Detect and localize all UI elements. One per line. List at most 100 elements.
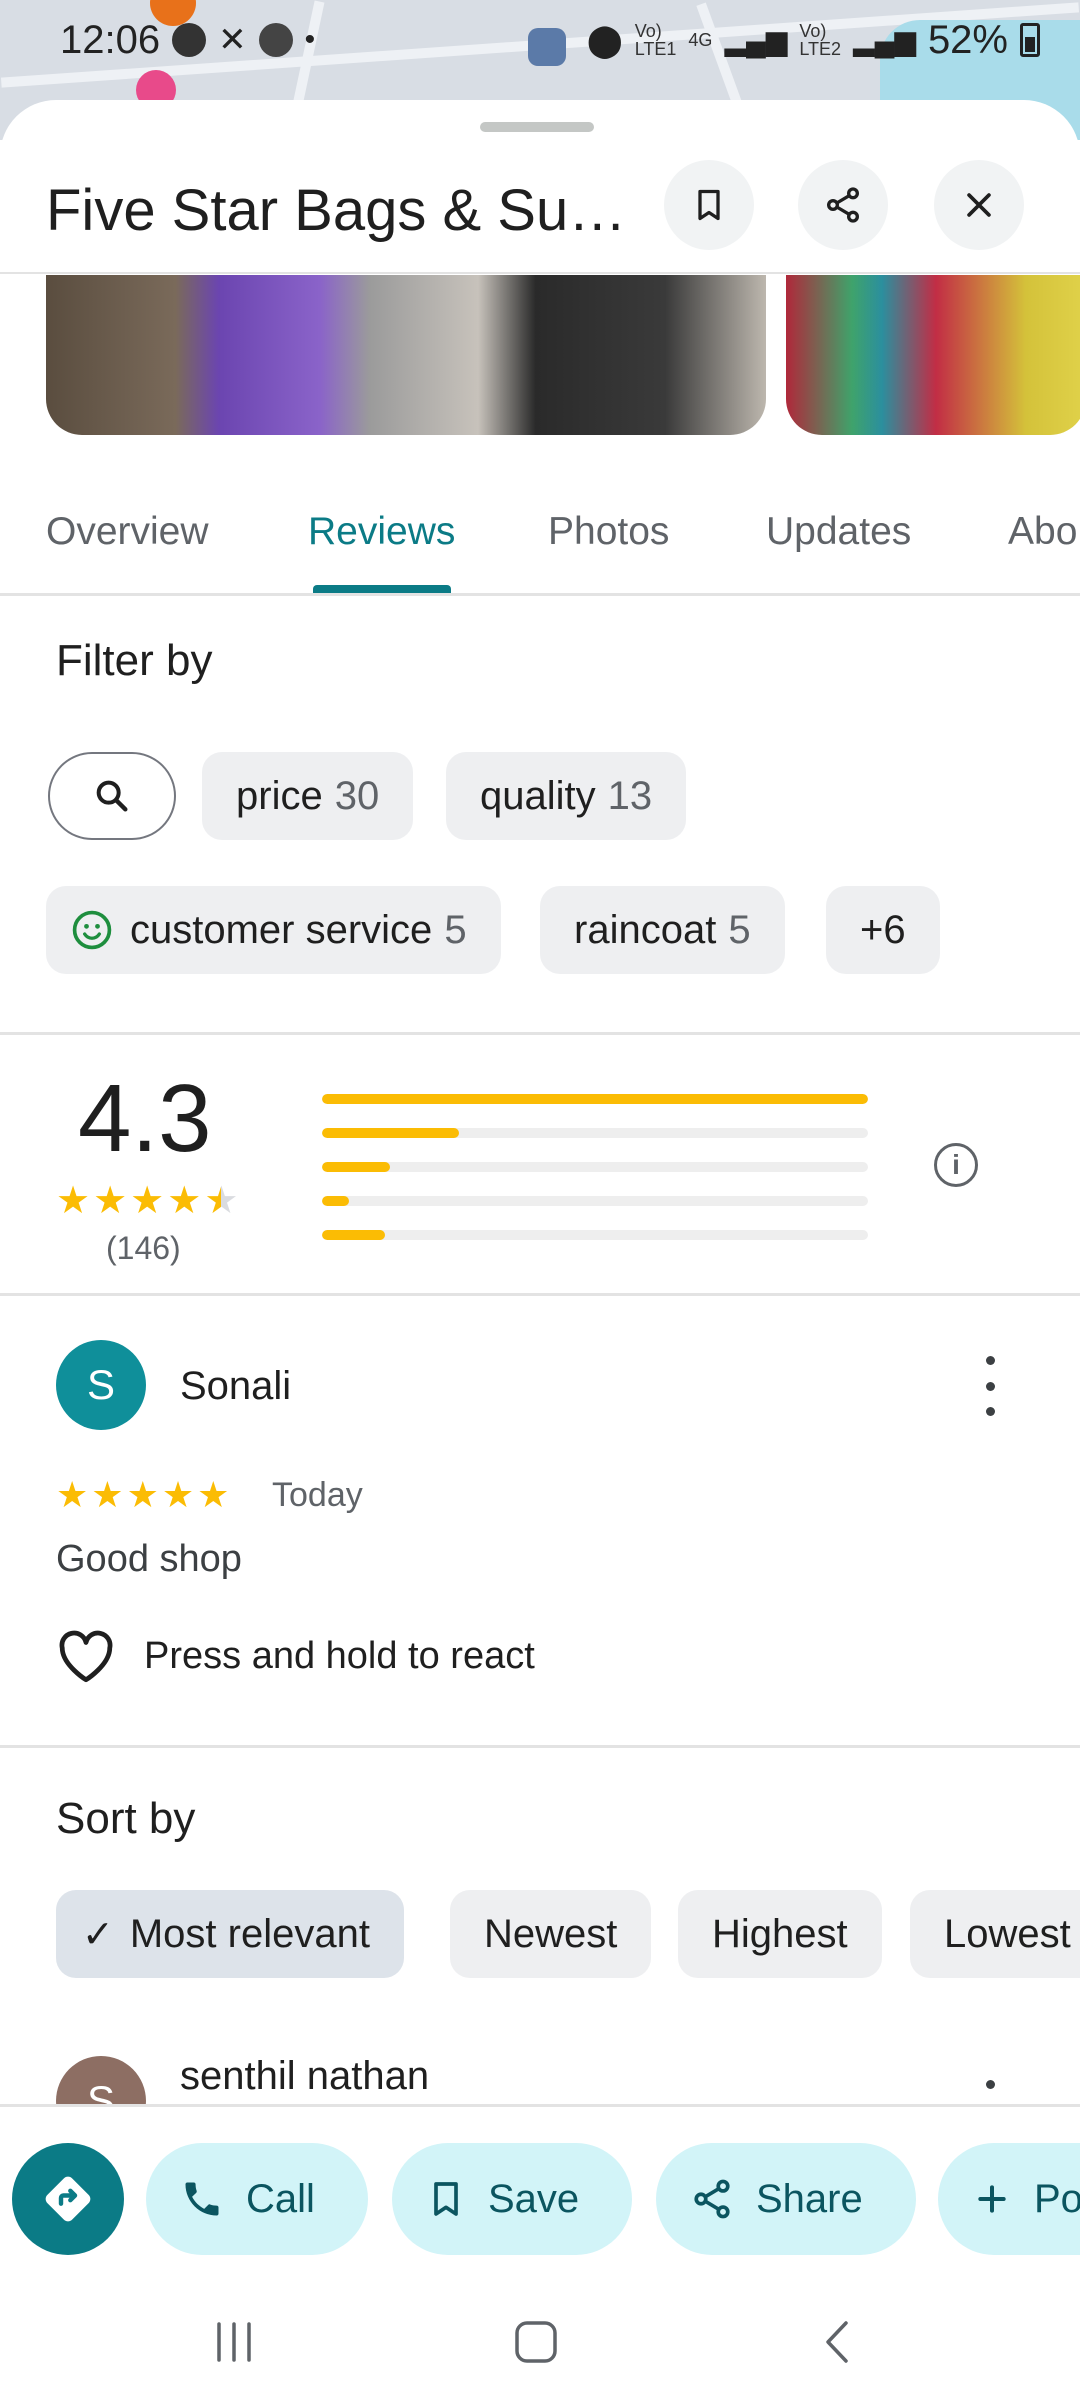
battery-icon [1020,23,1040,57]
star-icon: ★ [167,1180,202,1222]
save-place-button[interactable] [664,160,754,250]
drag-handle[interactable] [480,122,594,132]
rating-bar-4 [322,1128,868,1138]
rating-stars: ★ ★ ★ ★ ★ [56,1178,238,1223]
tab-overview[interactable]: Overview [46,510,209,554]
filter-chip-price[interactable]: price 30 [202,752,414,840]
react-button[interactable]: Press and hold to react [56,1628,535,1684]
star-icon: ★ [161,1474,195,1515]
info-icon[interactable]: i [934,1143,978,1187]
filter-chip-customer-service[interactable]: customer service 5 [46,886,501,974]
filter-chip-raincoat[interactable]: raincoat 5 [540,886,785,974]
rating-bar-fill [322,1094,868,1104]
photo-strip[interactable] [0,275,1080,435]
signal-icon: ▂▄▆ [724,24,788,56]
sort-most-relevant[interactable]: ✓ Most relevant [56,1890,404,1978]
sort-label: Newest [484,1911,618,1956]
rating-bar-fill [322,1230,385,1240]
share-button[interactable]: Share [656,2143,916,2255]
directions-button[interactable] [12,2143,124,2255]
sort-title: Sort by [56,1794,196,1843]
rating-bar-fill [322,1128,459,1138]
review-text: Good shop [56,1538,242,1580]
star-icon: ★ [56,1474,89,1515]
review-stars: ★ ★ ★ ★ ★ [56,1474,229,1516]
chip-label: raincoat [574,907,717,952]
home-icon [515,2321,557,2363]
chip-count: 30 [334,773,380,818]
rating-value: 4.3 [78,1065,212,1172]
star-icon: ★ [93,1180,128,1222]
star-icon: ★ [197,1474,230,1515]
share-place-button[interactable] [798,160,888,250]
home-button[interactable] [506,2314,566,2370]
smiley-icon [72,910,112,950]
half-star-icon: ★ [204,1180,239,1222]
volte-icon: Vo) LTE1 [634,21,677,59]
sort-highest[interactable]: Highest [678,1890,882,1978]
section-divider [0,1293,1080,1296]
app-notification-icon [258,23,293,57]
star-icon: ★ [126,1474,159,1515]
filter-title: Filter by [56,636,213,685]
check-icon: ✓ [82,1913,114,1956]
sort-label: Lowest [944,1911,1071,1956]
call-button[interactable]: Call [146,2143,368,2255]
sort-newest[interactable]: Newest [450,1890,652,1978]
action-bar: Call Save Share Po [0,2104,1080,2284]
sort-label: Most relevant [129,1911,370,1956]
rating-bar-fill [322,1162,391,1172]
avatar[interactable]: S [56,1340,146,1430]
system-nav-bar [0,2284,1080,2400]
recent-apps-icon [217,2322,251,2362]
section-divider [0,1032,1080,1035]
place-photo[interactable] [786,275,1080,435]
filter-chip-more[interactable]: +6 [826,886,940,974]
chip-count: 5 [444,907,467,952]
search-reviews-button[interactable] [48,752,176,840]
share-icon [694,2179,730,2219]
chip-label: price [236,773,323,818]
location-icon: ⬤ [586,22,623,58]
chip-count: 13 [607,773,653,818]
reviewer-name[interactable]: senthil nathan [180,2054,429,2099]
sort-lowest[interactable]: Lowest [910,1890,1080,1978]
tab-reviews[interactable]: Reviews [308,510,455,554]
share-label: Share [756,2176,863,2221]
close-button[interactable] [934,160,1024,250]
section-divider [0,1745,1080,1748]
tabs-divider [0,593,1080,596]
place-tabs: Overview Reviews Photos Updates Abo [0,490,1080,590]
sort-label: Highest [712,1911,848,1956]
status-time: 12:06 [60,17,161,62]
network-type: 4G [688,30,713,50]
tab-about[interactable]: Abo [1008,510,1077,554]
signal2-icon: ▂▄▆ [853,24,916,56]
chip-label: customer service [130,907,433,952]
phone-icon [185,2182,219,2216]
back-button[interactable] [808,2314,868,2370]
call-label: Call [246,2176,315,2221]
messenger-icon [172,23,207,57]
directions-icon [45,2176,91,2222]
battery-percent: 52% [927,17,1008,62]
search-icon [96,780,128,812]
filter-chip-quality[interactable]: quality 13 [446,752,687,840]
save-button[interactable]: Save [392,2143,632,2255]
star-icon: ★ [91,1474,124,1515]
active-tab-indicator [313,585,451,593]
heart-icon [59,1630,113,1683]
more-options-icon[interactable] [980,1356,1000,1416]
bookmark-icon [698,189,720,221]
post-button[interactable]: Po [938,2143,1080,2255]
rating-bar-fill [322,1196,350,1206]
place-photo[interactable] [46,275,766,435]
save-label: Save [488,2176,580,2221]
tab-updates[interactable]: Updates [766,510,911,554]
recent-apps-button[interactable] [204,2314,264,2370]
tab-photos[interactable]: Photos [548,510,669,554]
react-label: Press and hold to react [144,1634,535,1677]
review-date: Today [272,1476,363,1514]
chip-label: quality [480,773,596,818]
reviewer-name[interactable]: Sonali [180,1364,291,1409]
